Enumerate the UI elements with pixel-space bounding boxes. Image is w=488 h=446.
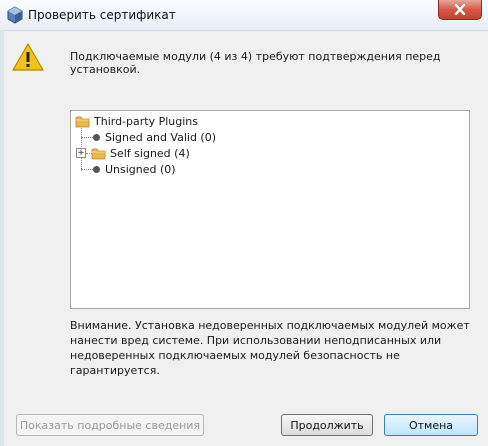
- close-icon: [454, 4, 466, 15]
- title-bar[interactable]: Проверить сертификат: [0, 0, 488, 31]
- tree-item-self-signed[interactable]: Self signed (4): [91, 145, 190, 161]
- continue-button[interactable]: Продолжить: [281, 414, 373, 436]
- confirmation-message: Подключаемые модули (4 из 4) требуют под…: [70, 50, 441, 76]
- close-button[interactable]: [438, 0, 482, 20]
- tree-item-label: Unsigned (0): [105, 162, 176, 176]
- cancel-button[interactable]: Отмена: [384, 414, 478, 436]
- app-cube-icon: [7, 6, 23, 24]
- warning-icon: [12, 43, 44, 71]
- folder-icon: [75, 116, 90, 127]
- tree-item-unsigned[interactable]: Unsigned (0): [90, 161, 176, 177]
- tree-item-label: Signed and Valid (0): [105, 130, 217, 144]
- tree-root-label: Third-party Plugins: [94, 114, 198, 128]
- tree-root-item[interactable]: Third-party Plugins: [75, 113, 198, 129]
- window-title: Проверить сертификат: [28, 8, 176, 22]
- expand-toggle-icon[interactable]: +: [76, 148, 86, 158]
- tree-item-signed-valid[interactable]: Signed and Valid (0): [90, 129, 216, 145]
- plugin-tree[interactable]: Third-party Plugins Signed and Valid (0)…: [70, 110, 470, 309]
- leaf-bullet-icon: [93, 165, 100, 173]
- show-details-button[interactable]: Показать подробные сведения: [16, 414, 204, 436]
- dialog-window: Проверить сертификат Подключаемые модули…: [0, 0, 488, 446]
- window-border: [0, 30, 4, 446]
- tree-item-label: Self signed (4): [110, 146, 190, 160]
- leaf-bullet-icon: [93, 133, 100, 141]
- folder-icon: [91, 148, 106, 159]
- security-notice: Внимание. Установка недоверенных подключ…: [70, 319, 470, 377]
